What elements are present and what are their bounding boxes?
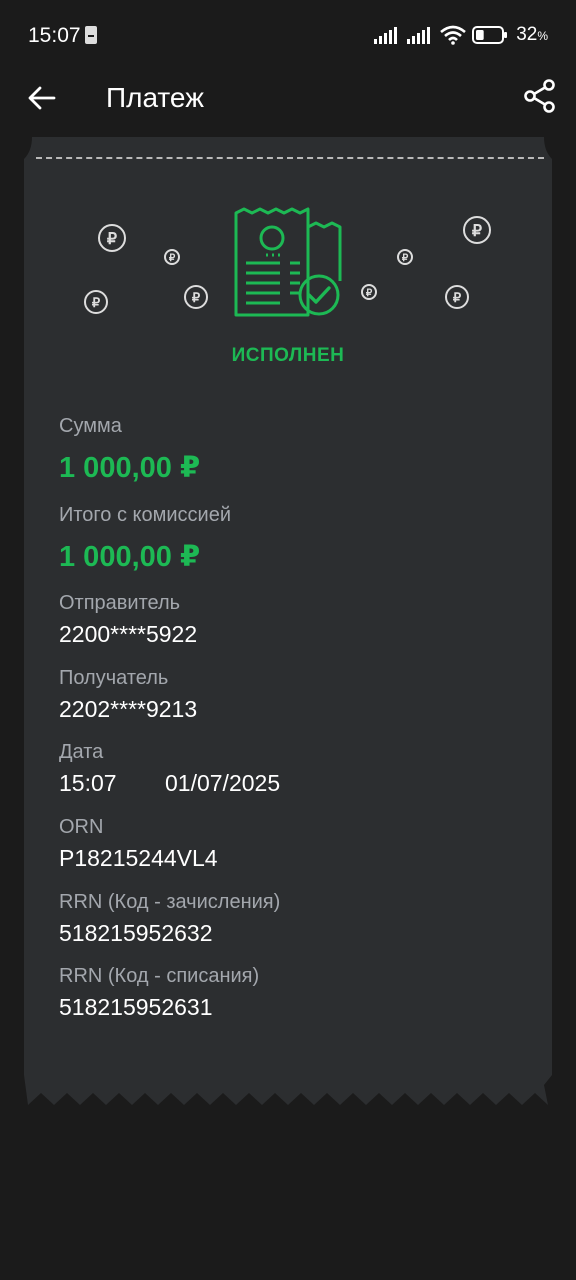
- status-icons: 32%: [374, 24, 548, 46]
- rrn-debit-value: 518215952631: [59, 994, 213, 1020]
- payment-status: ИСПОЛНЕН: [231, 345, 345, 366]
- share-button[interactable]: [520, 76, 560, 116]
- total-value: 1 000,00 ₽: [59, 541, 201, 573]
- rrn-debit-label: RRN (Код - списания): [59, 965, 260, 987]
- rrn-credit-value: 518215952632: [59, 920, 213, 946]
- recipient-label: Получатель: [59, 667, 169, 689]
- date-label: Дата: [59, 741, 104, 763]
- status-time: 15:07: [28, 24, 81, 47]
- sender-value: 2200****5922: [59, 621, 198, 647]
- date-date-value: 01/07/2025: [165, 770, 281, 796]
- receipt-card: ₽ ₽ ₽ ₽ ₽ ₽ ₽ ₽ ИСПОЛНЕН Сумма 1 000,00 …: [24, 137, 552, 1107]
- battery-icon: [472, 26, 508, 44]
- svg-text:₽: ₽: [366, 288, 373, 299]
- svg-text:₽: ₽: [169, 253, 176, 264]
- amount-label: Сумма: [59, 415, 122, 437]
- orn-value: P18215244VL4: [59, 845, 218, 871]
- amount-value: 1 000,00 ₽: [59, 452, 201, 484]
- sim-card-icon: [85, 26, 97, 44]
- battery-percent: 32%: [516, 24, 548, 45]
- tear-line: [36, 157, 544, 159]
- share-icon: [524, 79, 555, 113]
- svg-text:₽: ₽: [192, 290, 201, 305]
- orn-label: ORN: [59, 816, 104, 838]
- sender-label: Отправитель: [59, 592, 181, 614]
- signal-icon-2: [407, 26, 431, 44]
- wifi-icon: [440, 25, 467, 45]
- back-button[interactable]: [22, 78, 62, 118]
- total-label: Итого с комиссией: [59, 504, 232, 526]
- svg-text:₽: ₽: [472, 223, 482, 240]
- app-header: Платеж: [0, 72, 576, 136]
- ruble-coin-icon: [84, 216, 491, 314]
- svg-text:₽: ₽: [92, 295, 101, 310]
- arrow-left-icon: [28, 86, 56, 110]
- signal-icon: [374, 26, 398, 44]
- rrn-credit-label: RRN (Код - зачисления): [59, 891, 281, 913]
- svg-text:₽: ₽: [107, 231, 117, 248]
- date-time-value: 15:07: [59, 770, 117, 796]
- receipt-success-illustration: ₽ ₽ ₽ ₽ ₽ ₽ ₽ ₽: [84, 207, 491, 317]
- page-title: Платеж: [106, 82, 204, 113]
- recipient-value: 2202****9213: [59, 696, 198, 722]
- status-bar: 15:07 32%: [0, 0, 576, 72]
- svg-text:₽: ₽: [453, 290, 462, 305]
- svg-text:₽: ₽: [402, 253, 409, 264]
